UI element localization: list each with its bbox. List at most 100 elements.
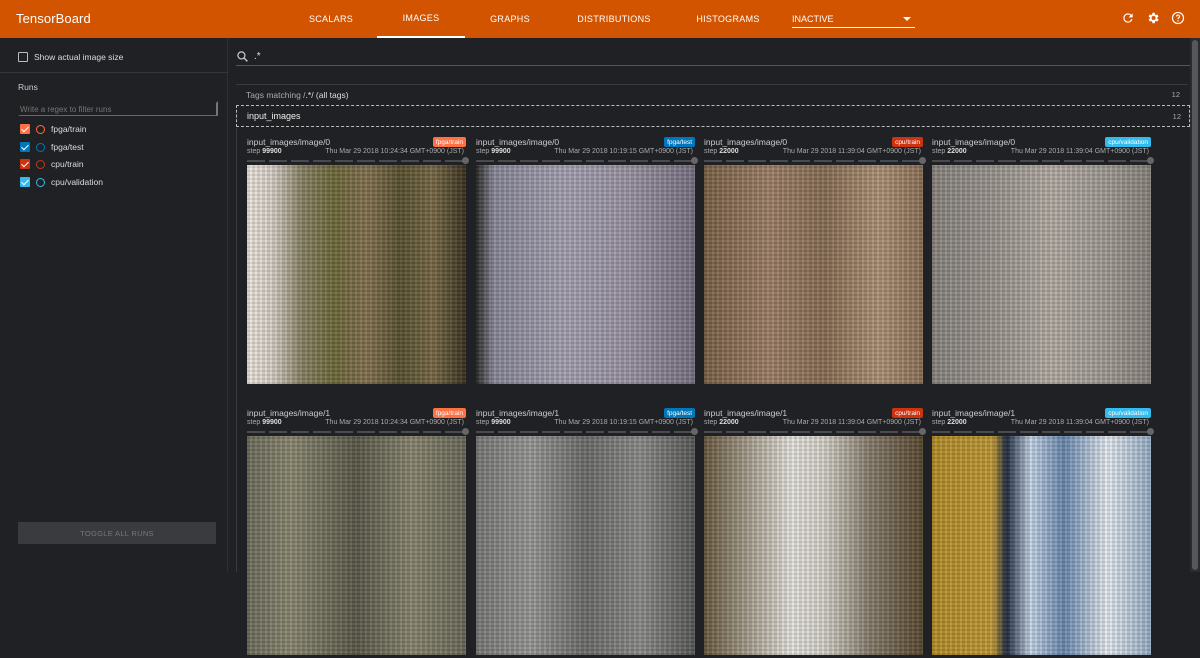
- image-texture-overlay: [704, 436, 923, 655]
- tab-scalars[interactable]: SCALARS: [296, 0, 366, 38]
- step-slider[interactable]: [476, 160, 695, 162]
- card-step: step 99900: [476, 148, 511, 155]
- card-timestamp: Thu Mar 29 2018 11:39:04 GMT+0900 (JST): [1010, 148, 1149, 155]
- run-badge: cpu/validation: [1105, 408, 1151, 418]
- card-timestamp: Thu Mar 29 2018 10:24:34 GMT+0900 (JST): [325, 419, 464, 426]
- card-tag-title: input_images/image/1: [247, 408, 331, 418]
- run-badge: cpu/train: [892, 408, 923, 418]
- refresh-icon[interactable]: [1121, 11, 1135, 25]
- run-badge: cpu/train: [892, 137, 923, 147]
- run-checkbox[interactable]: [20, 159, 30, 169]
- card-timestamp: Thu Mar 29 2018 10:24:34 GMT+0900 (JST): [325, 148, 464, 155]
- run-item-fpga-train[interactable]: fpga/train: [20, 124, 86, 134]
- image-card: input_images/image/0 cpu/train step 22000 T…: [704, 137, 926, 387]
- step-slider-knob[interactable]: [462, 428, 469, 435]
- step-slider-knob[interactable]: [919, 157, 926, 164]
- card-tag-title: input_images/image/1: [476, 408, 560, 418]
- sample-image: [932, 165, 1151, 384]
- card-step: step 22000: [932, 148, 967, 155]
- show-actual-size-label: Show actual image size: [34, 52, 124, 62]
- step-slider-knob[interactable]: [462, 157, 469, 164]
- run-checkbox[interactable]: [20, 142, 30, 152]
- image-texture-overlay: [932, 165, 1151, 384]
- sample-image: [247, 436, 466, 655]
- toggle-all-runs-button[interactable]: TOGGLE ALL RUNS: [18, 522, 216, 544]
- chevron-down-icon: [903, 16, 911, 21]
- gear-icon[interactable]: [1146, 11, 1160, 25]
- scrollbar-thumb[interactable]: [1192, 40, 1198, 570]
- run-badge: fpga/train: [432, 137, 466, 147]
- image-texture-overlay: [247, 436, 466, 655]
- run-checkbox[interactable]: [20, 177, 30, 187]
- tags-matching-header[interactable]: Tags matching /.*/ (all tags) 12: [236, 84, 1188, 104]
- step-slider-knob[interactable]: [691, 428, 698, 435]
- card-timestamp: Thu Mar 29 2018 10:19:15 GMT+0900 (JST): [554, 148, 693, 155]
- step-slider-knob[interactable]: [919, 428, 926, 435]
- tab-graphs[interactable]: GRAPHS: [478, 0, 542, 38]
- card-step: step 22000: [704, 419, 739, 426]
- run-badge: fpga/test: [664, 137, 695, 147]
- card-timestamp: Thu Mar 29 2018 11:39:04 GMT+0900 (JST): [1010, 419, 1149, 426]
- tag-group-header[interactable]: input_images 12: [236, 105, 1190, 127]
- card-step: step 99900: [476, 419, 511, 426]
- run-label: cpu/validation: [51, 177, 103, 187]
- step-slider-knob[interactable]: [1147, 428, 1154, 435]
- card-step: step 22000: [932, 419, 967, 426]
- run-color-circle-icon: [36, 124, 45, 134]
- run-item-cpu-validation[interactable]: cpu/validation: [20, 177, 103, 187]
- card-tag-title: input_images/image/1: [932, 408, 1016, 418]
- card-tag-title: input_images/image/0: [247, 137, 331, 147]
- sample-image: [704, 165, 923, 384]
- step-slider[interactable]: [476, 431, 695, 433]
- image-card: input_images/image/1 cpu/train step 22000 T…: [704, 408, 926, 658]
- step-slider[interactable]: [247, 431, 466, 433]
- step-slider-knob[interactable]: [691, 157, 698, 164]
- card-timestamp: Thu Mar 29 2018 10:19:15 GMT+0900 (JST): [554, 419, 693, 426]
- run-filter-input[interactable]: [18, 101, 218, 116]
- step-slider[interactable]: [704, 431, 923, 433]
- run-checkbox[interactable]: [20, 124, 30, 134]
- image-card: input_images/image/1 fpga/train step 99900…: [247, 408, 469, 658]
- image-texture-overlay: [704, 165, 923, 384]
- card-tag-title: input_images/image/0: [476, 137, 560, 147]
- card-step: step 22000: [704, 148, 739, 155]
- sidebar-divider: [0, 72, 228, 73]
- step-slider[interactable]: [932, 160, 1151, 162]
- tab-histograms[interactable]: HISTOGRAMS: [688, 0, 768, 38]
- run-label: fpga/test: [51, 142, 84, 152]
- run-badge: fpga/test: [664, 408, 695, 418]
- step-slider[interactable]: [704, 160, 923, 162]
- image-card: input_images/image/1 fpga/test step 99900 T…: [476, 408, 698, 658]
- image-texture-overlay: [247, 165, 466, 384]
- show-actual-size-checkbox[interactable]: Show actual image size: [18, 52, 123, 62]
- top-app-bar: TensorBoard SCALARS IMAGES GRAPHS DISTRI…: [0, 0, 1200, 38]
- sidebar: [0, 38, 228, 572]
- sample-image: [476, 165, 695, 384]
- card-tag-title: input_images/image/0: [704, 137, 788, 147]
- tab-images[interactable]: IMAGES: [377, 0, 465, 38]
- step-slider-knob[interactable]: [1147, 157, 1154, 164]
- card-timestamp: Thu Mar 29 2018 11:39:04 GMT+0900 (JST): [782, 419, 921, 426]
- inactive-plugins-dropdown[interactable]: INACTIVE: [792, 10, 915, 28]
- tags-matching-text: Tags matching /.*/ (all tags): [246, 89, 349, 100]
- sample-image: [247, 165, 466, 384]
- sample-image: [932, 436, 1151, 655]
- card-tag-title: input_images/image/1: [704, 408, 788, 418]
- run-item-cpu-train[interactable]: cpu/train: [20, 159, 84, 169]
- run-item-fpga-test[interactable]: fpga/test: [20, 142, 84, 152]
- card-step: step 99900: [247, 148, 282, 155]
- step-slider[interactable]: [247, 160, 466, 162]
- tag-filter-search[interactable]: .*: [236, 48, 1190, 66]
- run-badge: fpga/train: [432, 408, 466, 418]
- checkbox-box: [18, 52, 28, 62]
- image-card: input_images/image/0 fpga/train step 99900…: [247, 137, 469, 387]
- help-icon[interactable]: [1171, 11, 1185, 25]
- search-input[interactable]: .*: [254, 51, 261, 62]
- image-texture-overlay: [476, 165, 695, 384]
- tab-distributions[interactable]: DISTRIBUTIONS: [566, 0, 662, 38]
- run-label: fpga/train: [51, 124, 87, 134]
- group-name: input_images: [247, 111, 301, 121]
- image-card: input_images/image/0 cpu/validation step 2…: [932, 137, 1154, 387]
- card-timestamp: Thu Mar 29 2018 11:39:04 GMT+0900 (JST): [782, 148, 921, 155]
- step-slider[interactable]: [932, 431, 1151, 433]
